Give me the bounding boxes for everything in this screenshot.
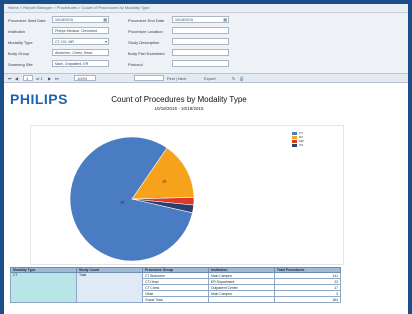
param-row: Procedure Location [128,27,238,35]
slice-value-label: 15 [162,179,167,184]
first-page-icon[interactable]: ⏮ [8,76,12,81]
chevron-down-icon[interactable]: ▾ [105,39,107,44]
find-next-link[interactable]: Find | Next [167,76,186,81]
location-field[interactable] [172,27,229,34]
param-row: Procedure End Date 10/18/2015 ▦ [128,16,238,24]
institution-cell [208,296,275,303]
end-date-field[interactable]: 10/18/2015 ▦ [172,16,229,23]
start-date-field[interactable]: 10/18/2015 ▦ [52,16,109,23]
legend-label: US [299,143,304,147]
procedures-table: Modality Type Study Count Procedure Grou… [10,267,341,303]
next-page-icon[interactable]: ▶ [48,76,51,81]
param-row: Protocol [128,60,238,68]
breadcrumb[interactable]: Home > Report Manager > Procedures > Cou… [8,5,149,10]
pie-chart: 81 15 [69,136,195,262]
page-count: of 1 [36,76,43,81]
find-input[interactable] [134,75,164,81]
study-cell: Total [76,272,143,303]
calendar-icon[interactable]: ▦ [103,17,107,22]
report-body: PHILIPS Count of Procedures by Modality … [4,83,408,314]
philips-logo: PHILIPS [10,91,68,107]
param-row: Body Part Examined [128,49,238,57]
print-icon[interactable]: ⎙ [240,76,243,81]
report-window: Home > Report Manager > Procedures > Cou… [4,4,408,314]
modality-select[interactable]: CT, DX, MR ▾ [52,38,109,45]
param-label: Procedure Start Date [8,18,46,23]
param-row: Modality Type CT, DX, MR ▾ [8,38,118,46]
param-label: Procedure End Date [128,18,165,23]
top-strip: Home > Report Manager > Procedures > Cou… [4,4,408,13]
refresh-icon[interactable]: ↻ [232,76,235,81]
institution-field[interactable]: Philips Medical, Cleveland [52,27,109,34]
modality-cell: CT [10,272,77,303]
param-label: Protocol [128,62,143,67]
param-label: Body Part Examined [128,51,165,56]
param-row: Scanning Site Main, Outpatient, ER [8,60,118,68]
report-date-range: 10/18/2015 - 10/18/2015 [154,106,204,111]
total-cell: 184 [274,296,341,303]
param-label: Study Description [128,40,160,45]
parameters-panel: Procedure Start Date 10/18/2015 ▦ Institu… [4,13,408,74]
slice-value-label: 81 [120,200,125,205]
param-label: Body Group [8,51,30,56]
body-group-field[interactable]: Abdomen, Chest, Head [52,49,109,56]
legend-item: US [292,143,304,147]
zoom-select[interactable]: 100% [74,75,96,81]
param-label: Modality Type [8,40,33,45]
scanning-site-field[interactable]: Main, Outpatient, ER [52,60,109,67]
calendar-icon[interactable]: ▦ [223,17,227,22]
prev-page-icon[interactable]: ◀ [15,76,18,81]
study-description-field[interactable] [172,38,229,45]
param-label: Procedure Location [128,29,163,34]
last-page-icon[interactable]: ⏭ [55,76,59,81]
param-row: Procedure Start Date 10/18/2015 ▦ [8,16,118,24]
export-link[interactable]: Export [204,76,216,81]
group-cell: Grand Total [142,296,209,303]
page-number-input[interactable]: 1 [23,75,33,81]
report-toolbar: ⏮ ◀ 1 of 1 ▶ ⏭ 100% Find | Next Export ↻… [4,74,408,83]
param-row: Study Description [128,38,238,46]
param-row: Institution Philips Medical, Cleveland [8,27,118,35]
chart-legend: CT DX MR US [292,131,304,147]
report-title: Count of Procedures by Modality Type [111,95,247,104]
param-label: Scanning Site [8,62,33,67]
body-part-field[interactable] [172,49,229,56]
param-label: Institution [8,29,26,34]
legend-swatch [292,143,297,147]
protocol-field[interactable] [172,60,229,67]
param-row: Body Group Abdomen, Chest, Head [8,49,118,57]
